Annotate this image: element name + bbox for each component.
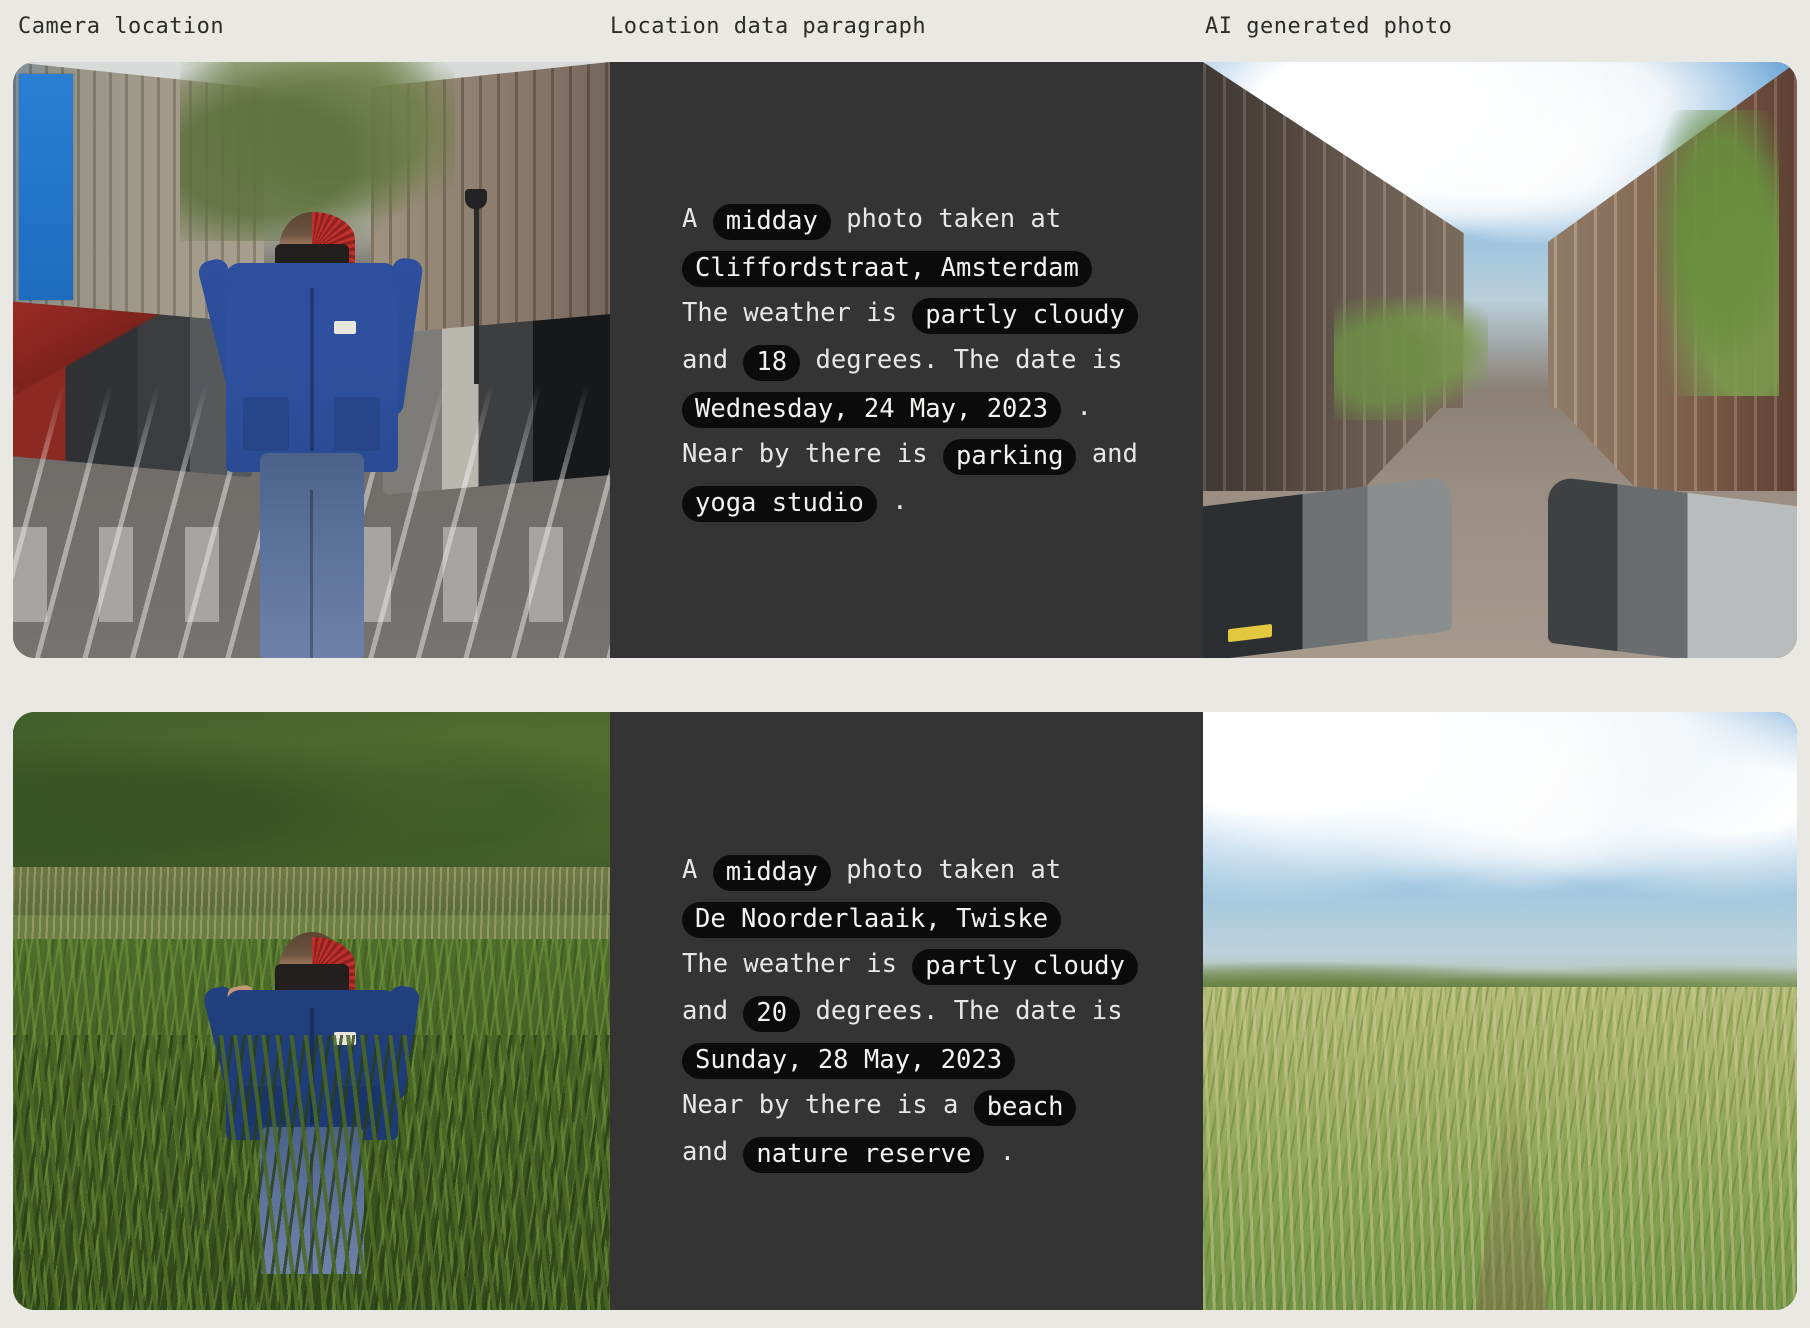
pill-poi-2[interactable]: yoga studio: [682, 485, 877, 522]
pill-time-of-day[interactable]: midday: [712, 203, 831, 240]
pill-temperature[interactable]: 20: [743, 995, 801, 1032]
text-fragment: Near by there is: [682, 438, 928, 469]
paragraph-line: The weather is partly cloudy: [682, 941, 1138, 988]
camera-photo-amsterdam[interactable]: [13, 62, 610, 658]
text-fragment: and: [682, 344, 729, 375]
camera-photo-twiske[interactable]: [13, 712, 610, 1310]
entry-card-row-2[interactable]: A midday photo taken at De Noorderlaaik,…: [13, 712, 1797, 1310]
pill-poi-2[interactable]: nature reserve: [743, 1136, 985, 1173]
text-fragment: photo taken at: [846, 203, 1062, 234]
pill-date[interactable]: Sunday, 28 May, 2023: [682, 1042, 1016, 1079]
pill-date[interactable]: Wednesday, 24 May, 2023: [682, 391, 1062, 428]
jacket-pocket-left: [242, 1085, 289, 1126]
text-fragment: and: [1091, 438, 1138, 469]
jacket-pocket-left: [242, 396, 289, 452]
text-fragment: .: [999, 1136, 1016, 1167]
pill-weather[interactable]: partly cloudy: [912, 948, 1138, 985]
paragraph-line: De Noorderlaaik, Twiske: [682, 894, 1112, 941]
blue-jacket: [225, 989, 398, 1141]
pill-location[interactable]: Cliffordstraat, Amsterdam: [682, 250, 1092, 287]
location-data-panel-row-2: A midday photo taken at De Noorderlaaik,…: [610, 712, 1203, 1310]
paragraph-line: Near by there is parking and: [682, 431, 1138, 478]
paragraph-line: yoga studio .: [682, 478, 1112, 525]
paragraph-line: and 20 degrees. The date is: [682, 988, 1123, 1035]
paragraph-line: Sunday, 28 May, 2023: [682, 1035, 1112, 1082]
pill-poi-1[interactable]: beach: [973, 1089, 1077, 1126]
ai-photo-amsterdam[interactable]: [1203, 62, 1797, 658]
text-fragment: Near by there is a: [682, 1089, 959, 1120]
paragraph-line: Cliffordstraat, Amsterdam: [682, 243, 1112, 290]
text-fragment: photo taken at: [846, 854, 1062, 885]
paragraph-line: and nature reserve .: [682, 1129, 1112, 1176]
jacket-pocket-right: [334, 396, 381, 452]
location-paragraph-row-2: A midday photo taken at De Noorderlaaik,…: [682, 847, 1138, 1176]
paragraph-line: Near by there is a beach: [682, 1082, 1112, 1129]
column-headers: Camera location Location data paragraph …: [0, 0, 1810, 62]
pill-time-of-day[interactable]: midday: [712, 854, 831, 891]
jacket-pocket-right: [334, 1085, 381, 1126]
text-fragment: The weather is: [682, 297, 897, 328]
paragraph-line: Wednesday, 24 May, 2023 .: [682, 384, 1112, 431]
paragraph-line: The weather is partly cloudy: [682, 290, 1138, 337]
text-fragment: A: [682, 854, 698, 885]
blue-banner: [18, 73, 73, 301]
parked-cars-right: [1547, 475, 1797, 658]
parked-cars-left: [1203, 475, 1453, 658]
entry-card-row-1[interactable]: A midday photo taken at Cliffordstraat, …: [13, 62, 1797, 658]
left-trees: [1333, 276, 1489, 420]
text-fragment: and: [682, 1136, 729, 1167]
ai-photo-twiske[interactable]: [1203, 712, 1797, 1310]
blue-jacket: [225, 262, 398, 473]
pill-poi-1[interactable]: parking: [943, 438, 1077, 475]
column-header-location-data-paragraph: Location data paragraph: [610, 14, 927, 39]
text-fragment: degrees. The date is: [815, 995, 1123, 1026]
jeans: [259, 453, 364, 658]
text-fragment: and: [682, 995, 729, 1026]
text-fragment: .: [1076, 391, 1092, 422]
pill-weather[interactable]: partly cloudy: [912, 297, 1138, 334]
street-lamp-icon: [464, 189, 487, 384]
photographer-figure: [201, 932, 421, 1275]
jacket-label-tag: [334, 321, 357, 335]
jeans: [259, 1126, 364, 1275]
text-fragment: The weather is: [682, 948, 897, 979]
text-fragment: A: [682, 203, 698, 234]
location-paragraph-row-1: A midday photo taken at Cliffordstraat, …: [682, 196, 1138, 525]
right-trees: [1636, 109, 1780, 396]
pill-location[interactable]: De Noorderlaaik, Twiske: [682, 901, 1062, 938]
text-fragment: degrees. The date is: [815, 344, 1123, 375]
paragraph-line: and 18 degrees. The date is: [682, 337, 1123, 384]
column-header-camera-location: Camera location: [18, 14, 225, 39]
jacket-label-tag: [334, 1031, 357, 1045]
paragraph-line: A midday photo taken at: [682, 847, 1112, 894]
paragraph-line: A midday photo taken at: [682, 196, 1112, 243]
pill-temperature[interactable]: 18: [743, 344, 801, 381]
photographer-figure: [195, 193, 424, 658]
text-fragment: .: [892, 485, 908, 516]
location-data-panel-row-1: A midday photo taken at Cliffordstraat, …: [610, 62, 1203, 658]
column-header-ai-generated-photo: AI generated photo: [1205, 14, 1453, 39]
page-root: Camera location Location data paragraph …: [0, 0, 1810, 1328]
